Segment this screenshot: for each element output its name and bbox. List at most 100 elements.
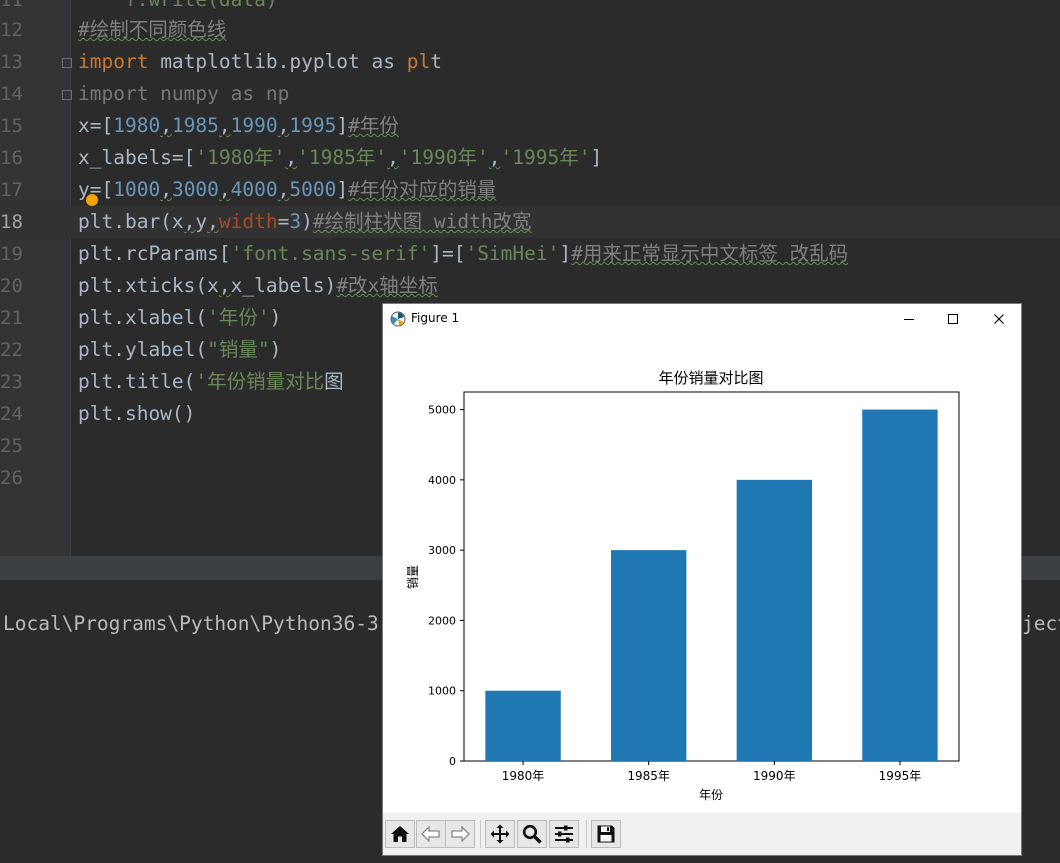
- y-tick-label: 1000: [428, 685, 456, 698]
- line-number: 11: [0, 0, 23, 11]
- code-token: y=[: [78, 178, 114, 201]
- code-token: plt.bar(x: [78, 210, 184, 233]
- code-text[interactable]: plt.xticks(x,x_labels)#改x轴坐标: [78, 275, 438, 297]
- zoom-button[interactable]: [517, 820, 547, 848]
- code-token: ,: [218, 178, 231, 201]
- code-text[interactable]: x_labels=['1980年','1985年','1990年','1995年…: [78, 147, 602, 169]
- maximize-button[interactable]: [931, 304, 975, 334]
- code-token: plt.xticks(x: [78, 274, 219, 297]
- code-text[interactable]: plt.title('年份销量对比图: [78, 371, 344, 393]
- code-text[interactable]: import numpy as np: [78, 83, 289, 105]
- code-token: 1995: [289, 114, 337, 137]
- code-text[interactable]: x=[1980,1985,1990,1995]#年份: [78, 115, 399, 137]
- chart-title: 年份销量对比图: [658, 369, 763, 387]
- code-token: t: [430, 50, 442, 73]
- code-token: ,: [488, 146, 501, 169]
- save-icon: [597, 825, 615, 843]
- forward-button[interactable]: [445, 820, 475, 848]
- code-text[interactable]: plt.xlabel('年份'): [78, 307, 281, 329]
- fold-icon[interactable]: [62, 90, 72, 100]
- pan-button[interactable]: [485, 820, 515, 848]
- matplotlib-icon: [390, 311, 406, 327]
- line-number: 16: [0, 147, 23, 169]
- fold-icon[interactable]: [62, 58, 72, 68]
- x-axis-ticks: 1980年 1985年 1990年 1995年: [502, 761, 921, 783]
- bars-layer: [485, 409, 938, 761]
- home-button[interactable]: [385, 820, 415, 848]
- close-button[interactable]: [977, 304, 1021, 334]
- pan-icon: [490, 824, 510, 844]
- code-token: 1990: [230, 114, 278, 137]
- code-token: ,: [277, 178, 290, 201]
- line-number: 24: [0, 403, 23, 425]
- code-token: ,: [218, 114, 231, 137]
- x-tick-label: 1985年: [627, 769, 670, 783]
- code-token: ]: [559, 242, 572, 265]
- window-title: Figure 1: [411, 311, 460, 325]
- code-token: ): [269, 338, 282, 361]
- code-token: =: [277, 210, 290, 233]
- line-number: 17: [0, 179, 23, 201]
- code-token: ]: [590, 146, 603, 169]
- code-token: #改x轴坐标: [336, 274, 438, 297]
- back-button[interactable]: [416, 820, 446, 848]
- forward-icon: [451, 826, 470, 842]
- code-token: plt.ylabel(: [78, 338, 208, 361]
- toolbar-separator: [480, 820, 481, 848]
- code-token: '1990年': [398, 146, 489, 169]
- code-token: 5000: [289, 178, 337, 201]
- line-number: 23: [0, 371, 23, 393]
- line-number: 12: [0, 19, 23, 41]
- code-token: ]: [336, 178, 349, 201]
- code-token: 3000: [171, 178, 219, 201]
- code-line[interactable]: 19 plt.rcParams['font.sans-serif']=['Sim…: [0, 238, 1060, 270]
- code-token: plt.title(: [78, 370, 196, 393]
- code-token: '年份': [207, 306, 270, 329]
- code-line[interactable]: 14 import numpy as np: [0, 78, 1060, 110]
- code-token: 'font.sans-serif': [230, 242, 431, 265]
- window-titlebar[interactable]: Figure 1: [383, 304, 1021, 334]
- code-text[interactable]: plt.ylabel("销量"): [78, 339, 281, 361]
- code-line[interactable]: 13 import matplotlib.pyplot as plt: [0, 46, 1060, 78]
- line-number: 19: [0, 243, 23, 265]
- code-token: 图: [324, 370, 344, 393]
- chart-canvas[interactable]: 年份销量对比图 0 1000 2000 3000 4000 5000 1980年 1985年…: [383, 334, 1021, 813]
- code-line[interactable]: 12 #绘制不同颜色线: [0, 14, 1060, 46]
- figure-window[interactable]: Figure 1 年份销量对比图 0 1000 2000 3000 4000 5000 1…: [382, 303, 1022, 856]
- code-line[interactable]: 16 x_labels=['1980年','1985年','1990年','19…: [0, 142, 1060, 174]
- code-token: 1980: [113, 114, 161, 137]
- code-token: 4000: [230, 178, 278, 201]
- configure-subplots-button[interactable]: [549, 820, 579, 848]
- code-text[interactable]: plt.show(): [78, 403, 195, 425]
- code-token: ]: [336, 114, 349, 137]
- maximize-icon: [948, 314, 958, 324]
- console-path-text: Local\Programs\Python\Python36-3: [3, 612, 379, 635]
- code-text[interactable]: plt.rcParams['font.sans-serif']=['SimHei…: [78, 243, 848, 265]
- code-token: y: [195, 210, 208, 233]
- save-button[interactable]: [591, 820, 621, 848]
- code-text[interactable]: y=[1000,3000,4000,5000]#年份对应的销量: [78, 179, 496, 201]
- code-line[interactable]: 20 plt.xticks(x,x_labels)#改x轴坐标: [0, 270, 1060, 302]
- code-text[interactable]: #绘制不同颜色线: [78, 19, 226, 41]
- line-number: 18: [0, 211, 23, 233]
- code-token: plt.xlabel(: [78, 306, 208, 329]
- y-axis-ticks: 0 1000 2000 3000 4000 5000: [428, 404, 464, 768]
- code-token: ,: [160, 178, 172, 201]
- figure-toolbar: [383, 813, 1021, 855]
- code-token: import: [78, 50, 149, 73]
- y-tick-label: 0: [449, 755, 456, 768]
- code-text[interactable]: f.write(data): [78, 0, 278, 11]
- code-token: width: [218, 210, 278, 233]
- code-line-current[interactable]: 18 plt.bar(x,y,width=3)#绘制柱状图 width改宽: [0, 206, 1060, 238]
- line-number: 21: [0, 307, 23, 329]
- code-text[interactable]: import matplotlib.pyplot as plt: [78, 51, 442, 73]
- code-line[interactable]: 17 y=[1000,3000,4000,5000]#年份对应的销量: [0, 174, 1060, 206]
- code-token: x=[: [78, 114, 114, 137]
- bar-1980年: [485, 690, 561, 761]
- minimize-button[interactable]: [887, 304, 931, 334]
- code-token: '年份销量对比: [195, 370, 325, 393]
- code-line[interactable]: 15 x=[1980,1985,1990,1995]#年份: [0, 110, 1060, 142]
- bar-1995年: [862, 409, 938, 761]
- x-tick-label: 1980年: [502, 769, 545, 783]
- code-text[interactable]: plt.bar(x,y,width=3)#绘制柱状图 width改宽: [78, 211, 532, 233]
